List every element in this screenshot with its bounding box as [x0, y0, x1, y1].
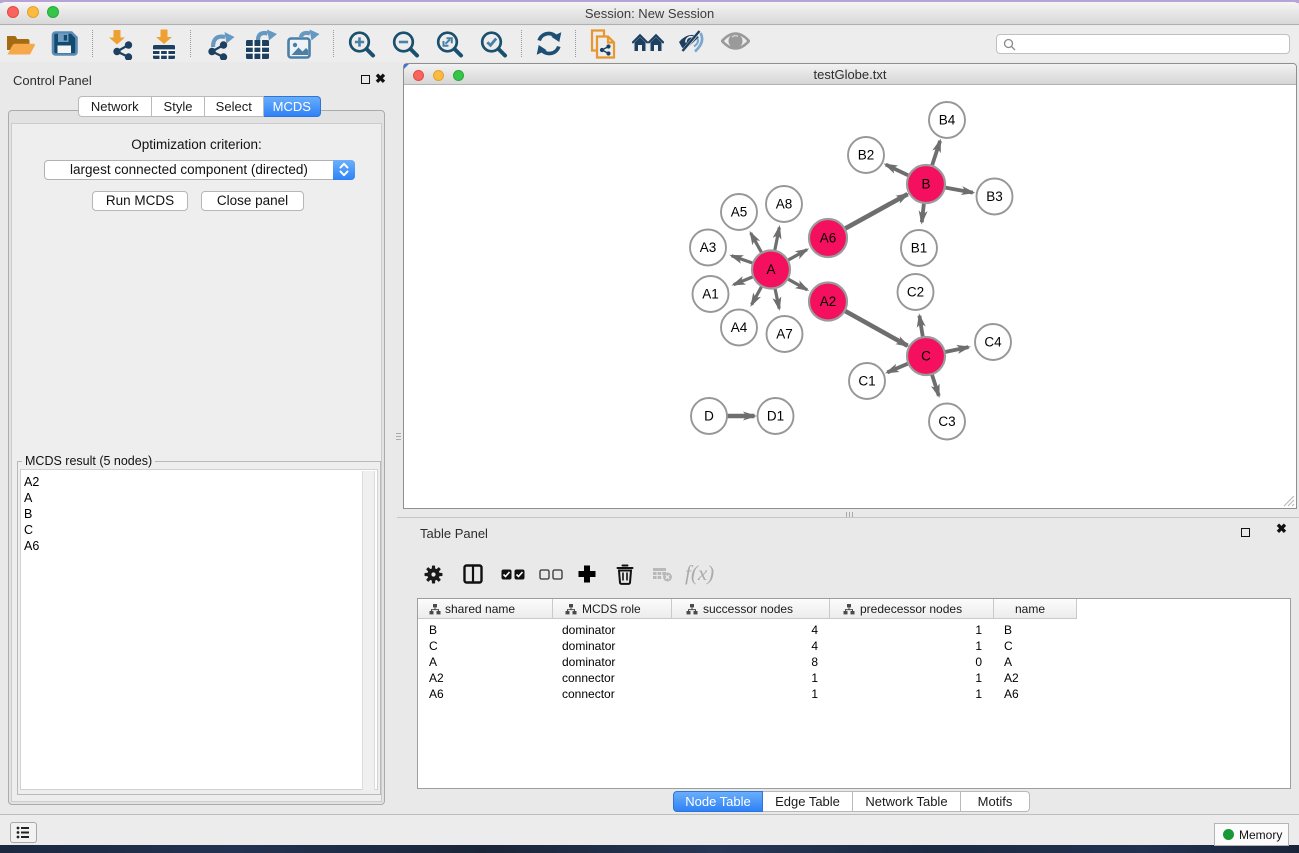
svg-text:C2: C2 — [907, 285, 924, 300]
svg-text:A2: A2 — [820, 294, 837, 309]
svg-text:D1: D1 — [767, 409, 784, 424]
svg-text:A3: A3 — [700, 240, 717, 255]
svg-text:C4: C4 — [984, 335, 1002, 350]
svg-text:B: B — [921, 177, 930, 192]
svg-text:D: D — [704, 409, 714, 424]
svg-text:A4: A4 — [731, 320, 748, 335]
svg-text:A6: A6 — [820, 231, 837, 246]
svg-text:C3: C3 — [938, 414, 955, 429]
svg-text:A8: A8 — [776, 197, 793, 212]
svg-text:C1: C1 — [858, 374, 875, 389]
svg-text:B1: B1 — [911, 241, 928, 256]
svg-text:A5: A5 — [731, 205, 748, 220]
svg-text:B3: B3 — [986, 189, 1003, 204]
svg-text:B4: B4 — [939, 113, 956, 128]
svg-text:A7: A7 — [776, 327, 793, 342]
svg-text:A: A — [766, 262, 775, 277]
svg-text:C: C — [921, 349, 931, 364]
svg-text:B2: B2 — [858, 148, 875, 163]
svg-text:A1: A1 — [702, 287, 719, 302]
